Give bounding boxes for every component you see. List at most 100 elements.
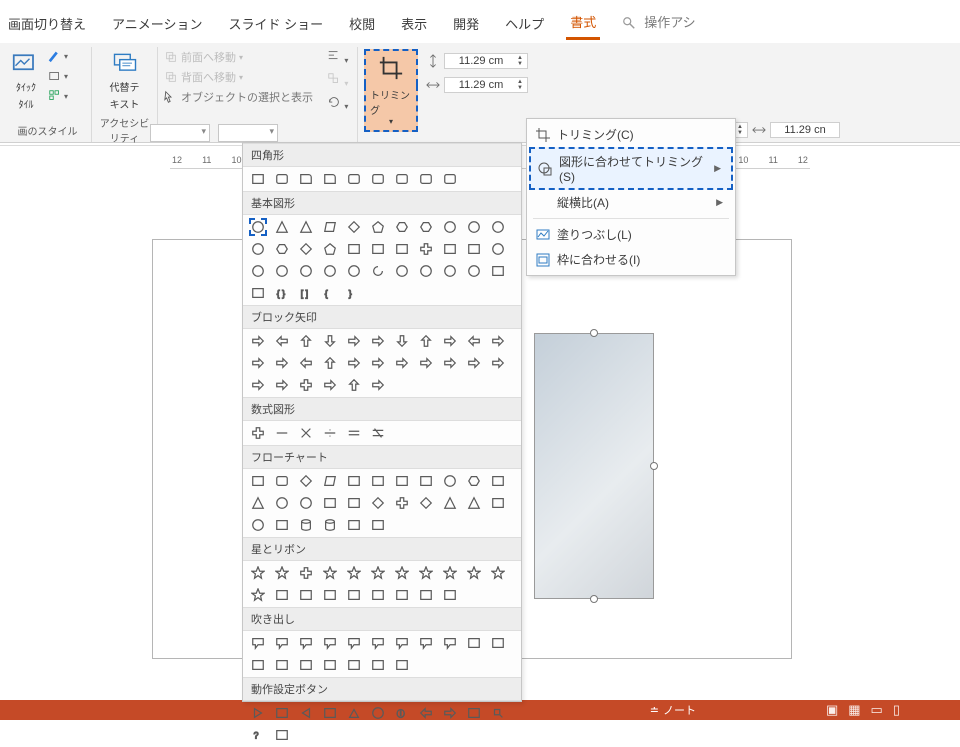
shape-thumb[interactable] [345,494,363,512]
shape-thumb[interactable] [465,472,483,490]
shape-thumb[interactable] [417,586,435,604]
shape-thumb[interactable] [369,586,387,604]
tell-me-search[interactable]: 操作アシ [618,6,703,43]
shape-thumb[interactable] [369,376,387,394]
shape-thumb[interactable] [273,586,291,604]
shape-thumb[interactable] [441,634,459,652]
shape-thumb[interactable] [369,262,387,280]
shape-thumb[interactable] [249,240,267,258]
shape-thumb[interactable] [297,656,315,674]
shape-thumb[interactable] [249,494,267,512]
shape-thumb[interactable] [441,262,459,280]
shape-thumb[interactable] [273,564,291,582]
shape-thumb[interactable] [321,516,339,534]
shape-thumb[interactable] [441,218,459,236]
picture-border-icon[interactable]: ▾ [48,49,68,63]
width-spinner-2[interactable]: 11.29 cn [770,122,840,138]
shape-thumb[interactable] [297,354,315,372]
shape-thumb[interactable]: { [321,284,339,302]
shape-thumb[interactable] [345,424,363,442]
shape-thumb[interactable] [321,240,339,258]
shape-thumb[interactable]: ? [249,726,267,744]
shape-thumb[interactable] [441,170,459,188]
shape-thumb[interactable] [297,376,315,394]
shape-thumb[interactable] [489,494,507,512]
shape-thumb[interactable] [273,472,291,490]
shape-thumb[interactable] [465,564,483,582]
shape-thumb[interactable] [321,704,339,722]
shape-thumb[interactable] [369,494,387,512]
shape-thumb[interactable] [369,634,387,652]
shape-thumb[interactable] [297,634,315,652]
shape-thumb[interactable] [297,262,315,280]
menu-fill[interactable]: 塗りつぶし(L) [529,222,733,247]
shape-thumb[interactable] [273,218,291,236]
shape-thumb[interactable] [321,634,339,652]
shape-thumb[interactable] [369,170,387,188]
shape-thumb[interactable] [369,424,387,442]
shape-thumb[interactable] [489,634,507,652]
shape-thumb[interactable] [321,376,339,394]
shape-thumb[interactable] [321,354,339,372]
shape-thumb[interactable] [345,218,363,236]
shape-thumb[interactable] [321,472,339,490]
crop-button[interactable] [364,49,418,85]
shape-thumb[interactable] [393,564,411,582]
shape-thumb[interactable] [369,472,387,490]
resize-handle[interactable] [650,462,658,470]
shape-thumb[interactable] [249,656,267,674]
shape-thumb[interactable] [249,516,267,534]
shape-thumb[interactable] [393,332,411,350]
shape-thumb[interactable] [393,262,411,280]
shape-thumb[interactable] [417,472,435,490]
picture-effects-icon[interactable]: ▾ [48,69,68,83]
shape-thumb[interactable] [369,564,387,582]
shape-thumb[interactable] [441,472,459,490]
shape-thumb[interactable] [297,494,315,512]
shape-thumb[interactable] [321,424,339,442]
view-reading-icon[interactable]: ▭ [871,702,883,718]
shape-thumb[interactable] [273,332,291,350]
shape-thumb[interactable] [249,170,267,188]
shape-thumb[interactable] [345,332,363,350]
shape-thumb[interactable] [321,494,339,512]
tab-transition[interactable]: 画面切り替え [4,11,90,39]
shape-thumb[interactable] [417,170,435,188]
shape-thumb[interactable] [249,376,267,394]
shape-thumb[interactable] [369,332,387,350]
shape-thumb[interactable] [393,170,411,188]
shape-thumb[interactable] [273,494,291,512]
shape-thumb[interactable] [345,170,363,188]
shape-thumb[interactable] [273,656,291,674]
shape-thumb[interactable] [297,218,315,236]
shape-thumb[interactable]: [ ] [297,284,315,302]
shape-thumb[interactable] [297,704,315,722]
shape-thumb[interactable] [489,218,507,236]
shape-thumb[interactable] [417,564,435,582]
shape-thumb[interactable] [345,564,363,582]
spinner-arrows[interactable]: ▲▼ [517,55,523,67]
shape-thumb[interactable] [393,218,411,236]
shape-thumb[interactable] [441,494,459,512]
tab-format[interactable]: 書式 [566,9,600,40]
shape-thumb[interactable] [369,240,387,258]
shape-thumb[interactable] [441,586,459,604]
shape-thumb[interactable] [369,218,387,236]
shape-thumb[interactable] [345,262,363,280]
shape-thumb[interactable] [393,656,411,674]
shape-thumb[interactable] [465,494,483,512]
shape-thumb[interactable] [297,424,315,442]
tab-slideshow[interactable]: スライド ショー [225,11,328,39]
tab-view[interactable]: 表示 [397,11,431,39]
shape-thumb[interactable] [417,704,435,722]
notes-button[interactable]: ≐ ノート [650,702,696,718]
shape-thumb[interactable] [297,564,315,582]
shape-thumb[interactable] [417,332,435,350]
tab-animation[interactable]: アニメーション [108,11,206,39]
shape-thumb[interactable] [489,564,507,582]
shape-thumb[interactable] [321,262,339,280]
shape-thumb[interactable] [321,564,339,582]
shape-thumb[interactable] [489,472,507,490]
shape-thumb[interactable] [417,262,435,280]
shape-thumb[interactable] [321,218,339,236]
